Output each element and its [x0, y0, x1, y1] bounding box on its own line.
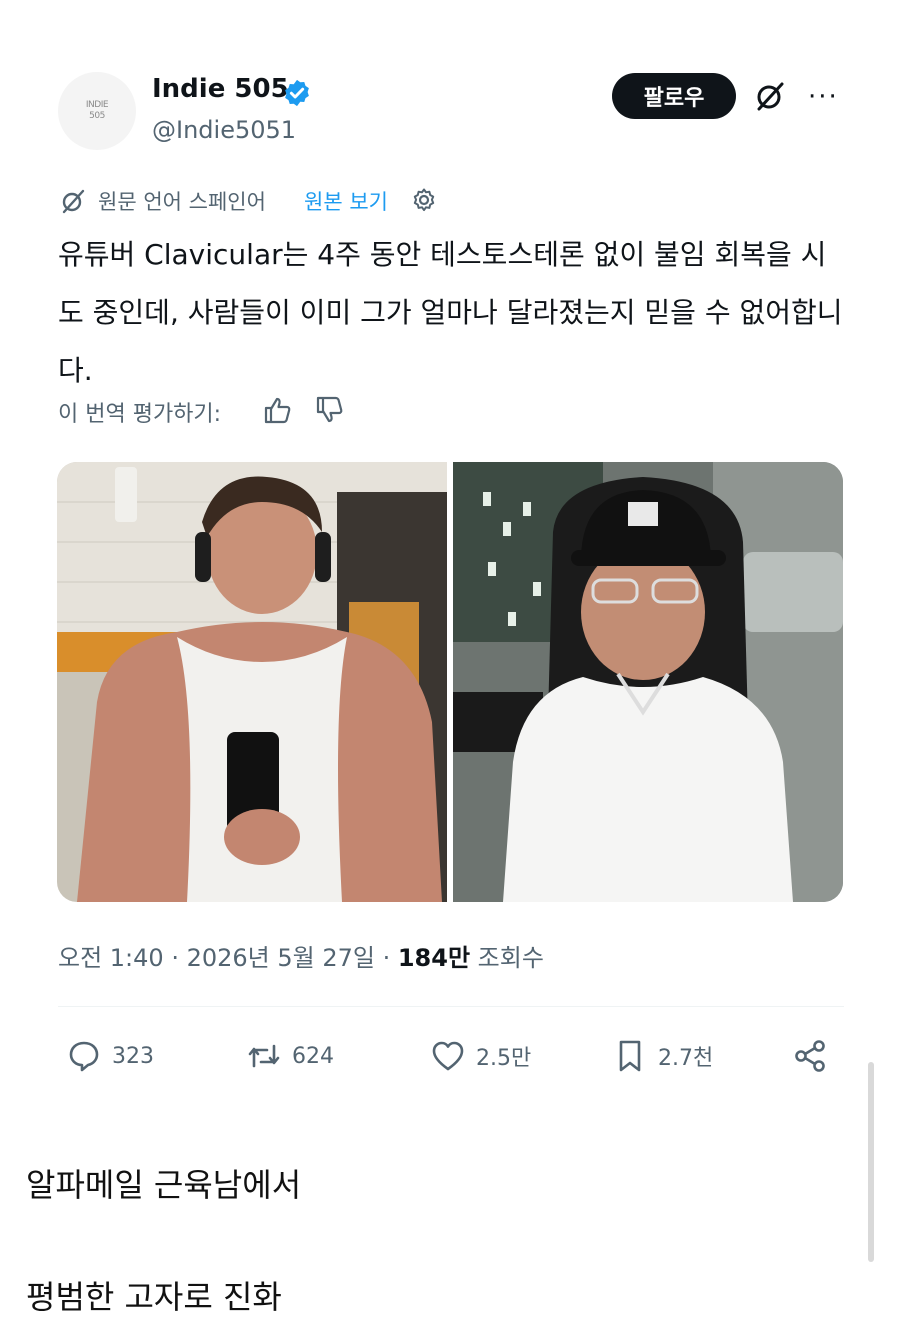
like-button[interactable]: 2.5만 — [430, 1036, 531, 1076]
avatar[interactable]: INDIE 505 — [58, 72, 136, 150]
verified-badge-icon — [285, 79, 309, 107]
share-button[interactable] — [792, 1036, 828, 1076]
rate-translation-label: 이 번역 평가하기: — [58, 402, 222, 427]
like-count: 2.5만 — [476, 1046, 532, 1071]
avatar-text: INDIE — [85, 100, 109, 110]
scrollbar[interactable] — [868, 1062, 874, 1262]
divider — [58, 1006, 844, 1007]
meta-separator: · — [163, 944, 187, 972]
grok-icon[interactable] — [752, 78, 788, 114]
photo-streamer[interactable] — [453, 462, 843, 902]
tweet-metadata: 오전 1:40 · 2026년 5월 27일 · 184만 조회수 — [58, 938, 544, 973]
repost-count: 624 — [292, 1043, 334, 1069]
account-handle[interactable]: @Indie5051 — [152, 116, 296, 144]
caption-line: 평범한 고자로 진화 — [26, 1278, 282, 1316]
bookmark-count: 2.7천 — [658, 1046, 714, 1071]
follow-button[interactable]: 팔로우 — [612, 73, 736, 119]
avatar-text: 505 — [89, 111, 105, 121]
translation-source-label: 원문 언어 스페인어 — [98, 190, 266, 214]
tweet-text: 유튜버 Clavicular는 4주 동안 테스토스테론 없이 불임 회복을 시… — [58, 238, 843, 387]
translate-icon — [62, 189, 85, 214]
reply-count: 323 — [112, 1043, 154, 1069]
tweet-date[interactable]: 2026년 5월 27일 — [187, 944, 375, 972]
tweet-time[interactable]: 오전 1:40 — [58, 944, 164, 972]
reply-icon — [69, 1041, 99, 1072]
view-label: 조회수 — [470, 944, 544, 972]
thumbs-down-icon[interactable] — [314, 394, 346, 426]
caption-line: 알파메일 근육남에서 — [26, 1166, 302, 1204]
repost-button[interactable]: 624 — [246, 1036, 334, 1076]
repost-icon — [248, 1044, 280, 1068]
show-original-link[interactable]: 원본 보기 — [304, 186, 388, 216]
thumbs-up-icon[interactable] — [262, 394, 294, 426]
share-icon — [795, 1040, 825, 1072]
meta-separator: · — [374, 944, 398, 972]
view-count: 184만 — [397, 944, 471, 972]
more-options-icon[interactable]: ··· — [808, 82, 839, 112]
photo-gym-selfie[interactable] — [57, 462, 447, 902]
reply-button[interactable]: 323 — [66, 1036, 154, 1076]
gear-icon[interactable] — [410, 186, 438, 214]
display-name[interactable]: Indie 505 — [152, 74, 289, 104]
bookmark-icon — [619, 1040, 641, 1072]
tweet-media[interactable] — [57, 462, 843, 902]
heart-icon — [432, 1041, 464, 1071]
bookmark-button[interactable]: 2.7천 — [612, 1036, 713, 1076]
